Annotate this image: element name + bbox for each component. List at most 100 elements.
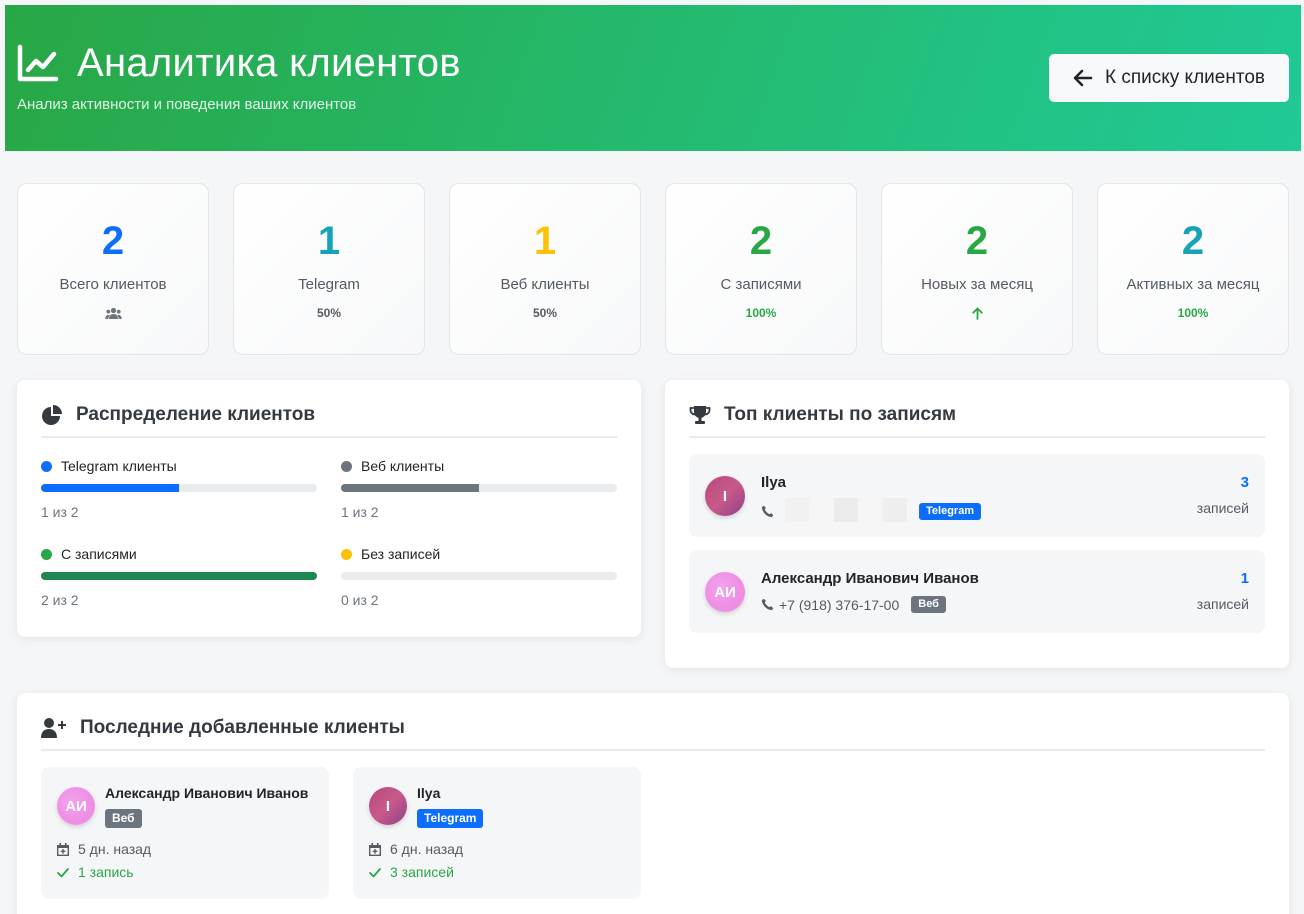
progress-fill: [341, 484, 479, 492]
check-icon: [57, 867, 69, 877]
page-subtitle: Анализ активности и поведения ваших клие…: [17, 96, 357, 113]
trophy-icon: [689, 406, 711, 424]
records-summary: 1 запись: [57, 864, 134, 880]
distribution-item-with-records: С записями 2 из 2: [41, 545, 317, 608]
top-client-item[interactable]: I Ilya Telegram 3 записей: [689, 454, 1265, 537]
stat-web-clients: 1 Веб клиенты 50%: [449, 183, 641, 355]
client-name: Ilya: [761, 474, 787, 491]
top-clients-title: Топ клиенты по записям: [724, 404, 957, 425]
stat-extra: [882, 305, 1072, 321]
records-count-label: записей: [1196, 500, 1249, 516]
distribution-item-count: 1 из 2: [41, 504, 79, 520]
source-badge: Telegram: [919, 502, 982, 520]
distribution-item-label: Без записей: [361, 546, 441, 562]
top-clients-card-header: Топ клиенты по записям: [689, 404, 1265, 438]
records-summary: 3 записей: [369, 864, 454, 880]
stat-value: 2: [1181, 219, 1205, 263]
stat-label: С записями: [720, 276, 802, 293]
back-button-label: К списку клиентов: [1105, 67, 1265, 88]
stat-telegram: 1 Telegram 50%: [233, 183, 425, 355]
progress-fill: [41, 572, 317, 580]
back-to-clients-button[interactable]: К списку клиентов: [1049, 54, 1289, 102]
chart-line-icon: [17, 44, 59, 81]
stat-label: Telegram: [298, 276, 360, 293]
distribution-item-label: Telegram клиенты: [61, 458, 177, 474]
progress-track: [41, 572, 317, 580]
stat-value: 2: [749, 219, 773, 263]
client-phone: +7 (918) 376-17-00: [779, 596, 900, 613]
records-count-value: 1: [1240, 570, 1249, 587]
page-header: Аналитика клиентов Анализ активности и п…: [5, 5, 1301, 151]
distribution-item-label-row: Веб клиенты: [341, 457, 617, 475]
stat-active-this-month: 2 Активных за месяц 100%: [1097, 183, 1289, 355]
legend-dot: [41, 460, 52, 472]
source-badge: Веб: [105, 809, 142, 828]
distribution-item-label-row: Без записей: [341, 545, 617, 563]
recent-client-item[interactable]: I Ilya Telegram 6 дн. назад 3 записей: [353, 767, 641, 899]
stat-percent: 50%: [316, 306, 342, 320]
recent-clients-title: Последние добавленные клиенты: [80, 717, 405, 738]
added-date: 5 дн. назад: [57, 841, 151, 857]
stat-value: 1: [533, 219, 557, 263]
stat-new-this-month: 2 Новых за месяц: [881, 183, 1073, 355]
source-badge: Веб: [911, 596, 946, 613]
stat-label: Веб клиенты: [500, 276, 590, 293]
arrow-left-icon: [1073, 69, 1093, 87]
added-date-text: 5 дн. назад: [78, 841, 152, 857]
progress-track: [341, 572, 617, 580]
legend-dot: [341, 548, 352, 560]
client-phone-row: +7 (918) 376-17-00 Веб: [761, 596, 946, 613]
avatar: I: [705, 476, 745, 516]
top-clients-card: Топ клиенты по записям I Ilya Telegram 3…: [665, 380, 1289, 668]
top-client-item[interactable]: АИ Александр Иванович Иванов +7 (918) 37…: [689, 550, 1265, 633]
progress-track: [41, 484, 317, 492]
legend-dot: [341, 460, 352, 472]
stat-with-records: 2 С записями 100%: [665, 183, 857, 355]
stat-extra: [18, 305, 208, 321]
avatar: АИ: [705, 572, 745, 612]
users-icon: [104, 307, 122, 319]
check-icon: [369, 867, 381, 877]
stat-value: 2: [101, 219, 125, 263]
source-badge: Telegram: [417, 809, 484, 828]
client-name: Ilya: [417, 785, 441, 801]
page-title: Аналитика клиентов: [17, 41, 461, 86]
distribution-card: Распределение клиентов Telegram клиенты …: [17, 380, 641, 637]
distribution-title: Распределение клиентов: [76, 404, 316, 425]
distribution-item-count: 0 из 2: [341, 592, 379, 608]
records-count: 3 записей: [1197, 474, 1249, 516]
distribution-item-without-records: Без записей 0 из 2: [341, 545, 617, 608]
chart-pie-icon: [42, 405, 62, 425]
calendar-icon: [57, 842, 69, 856]
distribution-item-count: 1 из 2: [341, 504, 379, 520]
distribution-item-label: Веб клиенты: [361, 458, 445, 474]
avatar: АИ: [57, 787, 95, 825]
avatar: I: [369, 787, 407, 825]
distribution-item-count: 2 из 2: [41, 592, 79, 608]
stat-label: Активных за месяц: [1126, 276, 1260, 293]
progress-track: [341, 484, 617, 492]
recent-client-item[interactable]: АИ Александр Иванович Иванов Веб 5 дн. н…: [41, 767, 329, 899]
stat-percent: 50%: [532, 306, 558, 320]
recent-clients-card-header: Последние добавленные клиенты: [41, 717, 1265, 751]
added-date-text: 6 дн. назад: [390, 841, 464, 857]
records-summary-text: 3 записей: [390, 864, 454, 880]
client-name: Александр Иванович Иванов: [761, 570, 979, 587]
stat-percent: 100%: [745, 306, 777, 320]
stat-percent: 100%: [1177, 306, 1209, 320]
records-count: 1 записей: [1197, 570, 1249, 612]
phone-icon: [761, 598, 774, 611]
stat-value: 2: [965, 219, 989, 263]
page-title-text: Аналитика клиентов: [77, 41, 461, 85]
legend-dot: [41, 548, 52, 560]
client-phone-row: Telegram: [761, 498, 982, 522]
distribution-card-header: Распределение клиентов: [41, 404, 617, 438]
distribution-item-label-row: С записями: [41, 545, 317, 563]
added-date: 6 дн. назад: [369, 841, 463, 857]
distribution-item-web: Веб клиенты 1 из 2: [341, 457, 617, 520]
records-count-value: 3: [1240, 474, 1249, 491]
client-name: Александр Иванович Иванов: [105, 785, 309, 801]
progress-fill: [41, 484, 179, 492]
distribution-item-telegram: Telegram клиенты 1 из 2: [41, 457, 317, 520]
records-count-label: записей: [1196, 596, 1249, 612]
